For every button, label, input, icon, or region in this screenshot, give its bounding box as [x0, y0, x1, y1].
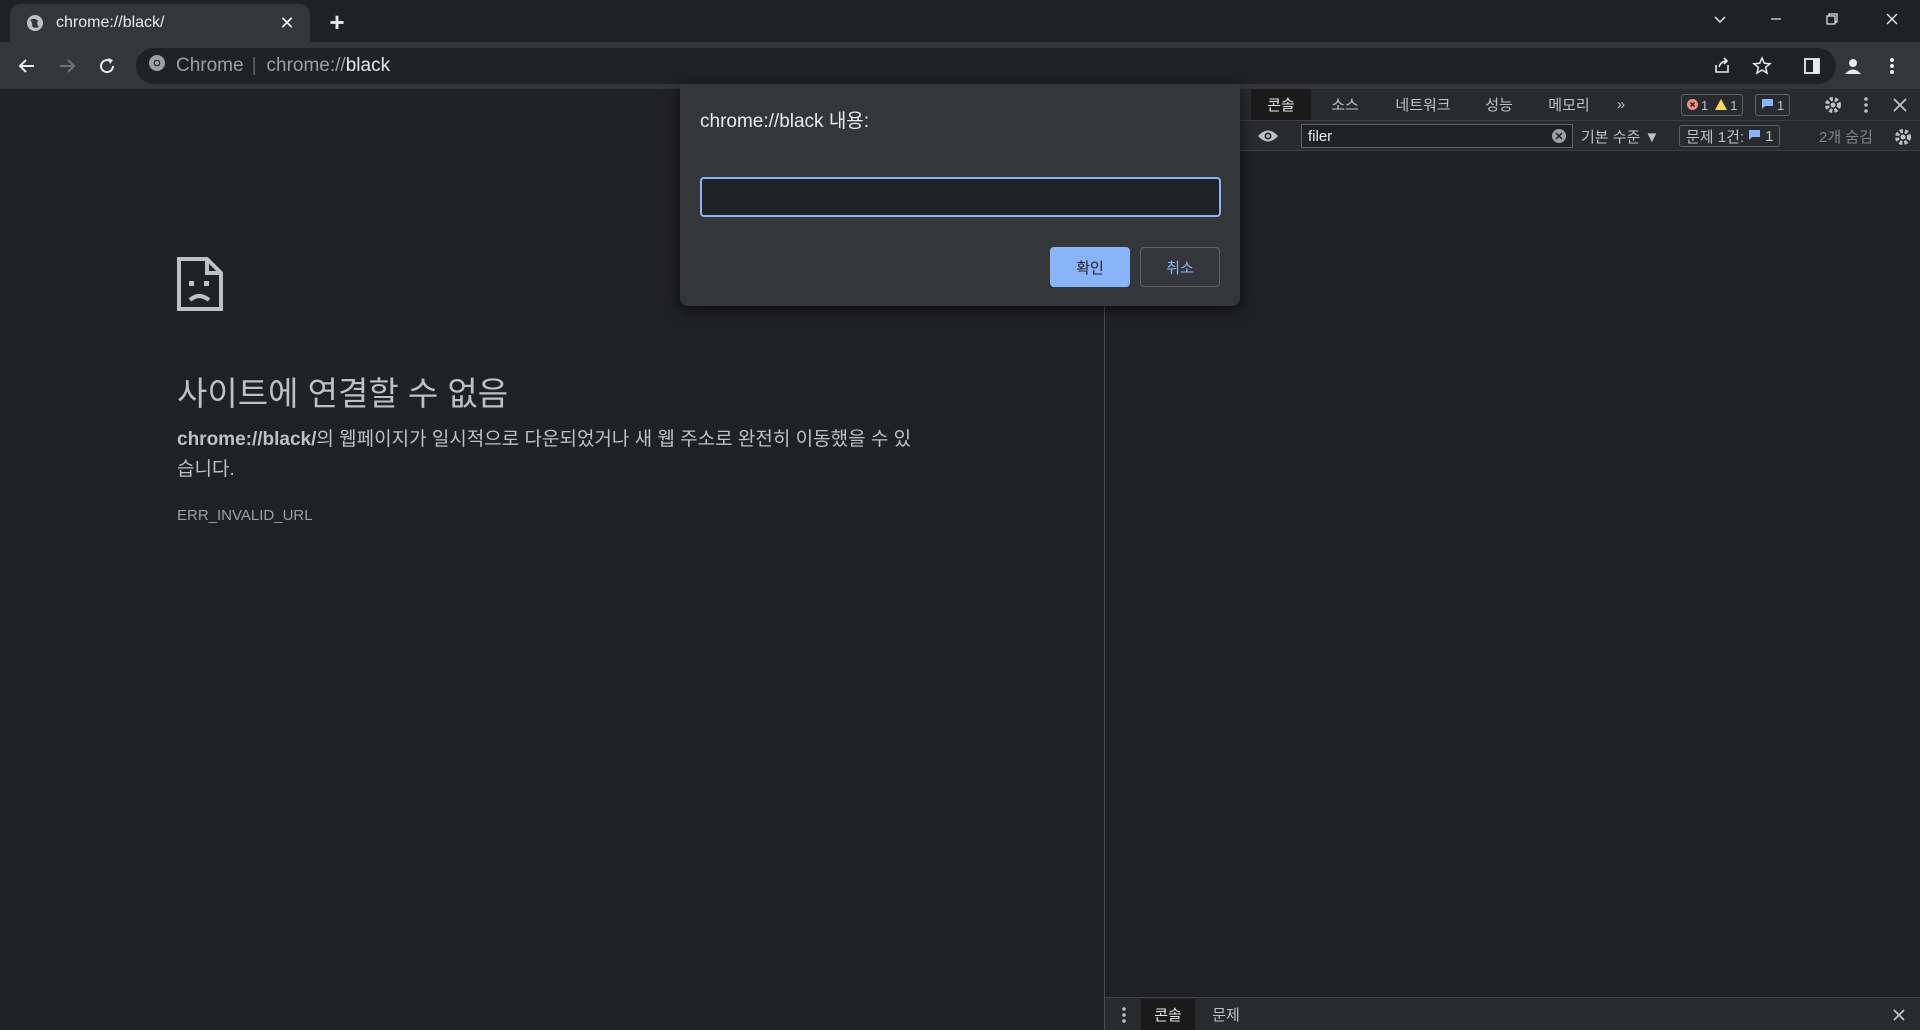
warning-count: 1 [1730, 97, 1738, 113]
more-tabs-icon[interactable]: » [1607, 89, 1635, 120]
live-expression-eye-icon[interactable] [1257, 125, 1279, 147]
sad-file-icon [176, 256, 224, 317]
chevron-down-icon[interactable] [1692, 0, 1748, 38]
error-count: 1 [1701, 97, 1709, 113]
drawer-tab-console[interactable]: 콘솔 [1141, 999, 1195, 1030]
error-icon [1687, 98, 1698, 113]
menu-dots-icon[interactable] [1878, 52, 1906, 80]
error-warning-badge[interactable]: 1 1 [1681, 94, 1744, 116]
issues-label: 문제 1건: [1686, 128, 1745, 146]
issues-count: 1 [1765, 127, 1774, 145]
tab-performance[interactable]: 성능 [1469, 89, 1529, 120]
drawer-tab-issues[interactable]: 문제 [1199, 999, 1253, 1030]
tab-close-icon[interactable]: ✕ [276, 12, 298, 34]
back-icon[interactable] [11, 50, 43, 82]
dialog-input[interactable] [700, 177, 1221, 217]
tab-active[interactable]: chrome://black/ ✕ [10, 4, 310, 42]
omnibox-separator: | [251, 55, 257, 76]
tab-network[interactable]: 네트워크 [1381, 89, 1465, 120]
devtools-drawer: 콘솔 문제 [1105, 997, 1920, 1030]
tab-console[interactable]: 콘솔 [1251, 89, 1311, 120]
devtools-menu-icon[interactable] [1863, 94, 1869, 116]
drawer-menu-icon[interactable] [1121, 1004, 1127, 1026]
issues-message-icon [1748, 128, 1761, 145]
clear-filter-icon[interactable] [1551, 125, 1567, 147]
error-code: ERR_INVALID_URL [177, 507, 313, 524]
devtools-close-icon[interactable] [1891, 94, 1909, 116]
tab-memory[interactable]: 메모리 [1533, 89, 1605, 120]
console-filter-input[interactable] [1301, 124, 1573, 148]
messages-badge[interactable]: 1 [1755, 94, 1791, 116]
url-host: black [345, 55, 391, 76]
error-url: chrome://black/ [177, 429, 317, 450]
reload-icon[interactable] [91, 50, 123, 82]
drawer-close-icon[interactable] [1891, 1004, 1907, 1026]
ok-button[interactable]: 확인 [1050, 247, 1130, 287]
title-bar: chrome://black/ ✕ + [0, 0, 1920, 42]
address-bar[interactable]: Chrome | chrome:// black [136, 48, 1836, 84]
dialog-message: chrome://black 내용: [700, 111, 870, 132]
message-icon [1761, 98, 1774, 113]
minimize-icon[interactable] [1748, 0, 1804, 38]
tab-sources[interactable]: 소스 [1315, 89, 1375, 120]
message-count: 1 [1777, 97, 1785, 113]
url-scheme: chrome:// [266, 55, 346, 76]
prompt-dialog: chrome://black 내용: 확인 취소 [680, 84, 1240, 306]
settings-gear-icon[interactable] [1823, 94, 1843, 116]
tab-title: chrome://black/ [56, 14, 165, 31]
globe-icon [26, 14, 44, 32]
chrome-icon [148, 54, 166, 78]
log-level-dropdown[interactable]: 기본 수준 ▼ [1581, 125, 1659, 147]
omnibox-chip: Chrome [176, 55, 244, 76]
forward-icon[interactable] [51, 50, 83, 82]
error-heading: 사이트에 연결할 수 없음 [177, 375, 509, 412]
close-icon[interactable] [1864, 0, 1920, 38]
warning-icon [1715, 98, 1728, 113]
cancel-button[interactable]: 취소 [1140, 247, 1220, 287]
side-panel-icon[interactable] [1798, 52, 1826, 80]
error-description: chrome://black/의 웹페이지가 일시적으로 다운되었거나 새 웹 … [177, 425, 917, 485]
console-settings-gear-icon[interactable] [1893, 126, 1913, 148]
toolbar: Chrome | chrome:// black [0, 42, 1920, 89]
restore-icon[interactable] [1804, 0, 1860, 38]
profile-icon[interactable] [1839, 52, 1867, 80]
issues-button[interactable]: 문제 1건: 1 [1679, 125, 1781, 147]
bookmark-star-icon[interactable] [1748, 52, 1776, 80]
hidden-count: 2개 숨김 [1819, 128, 1873, 146]
new-tab-button[interactable]: + [322, 7, 352, 37]
share-icon[interactable] [1708, 52, 1736, 80]
